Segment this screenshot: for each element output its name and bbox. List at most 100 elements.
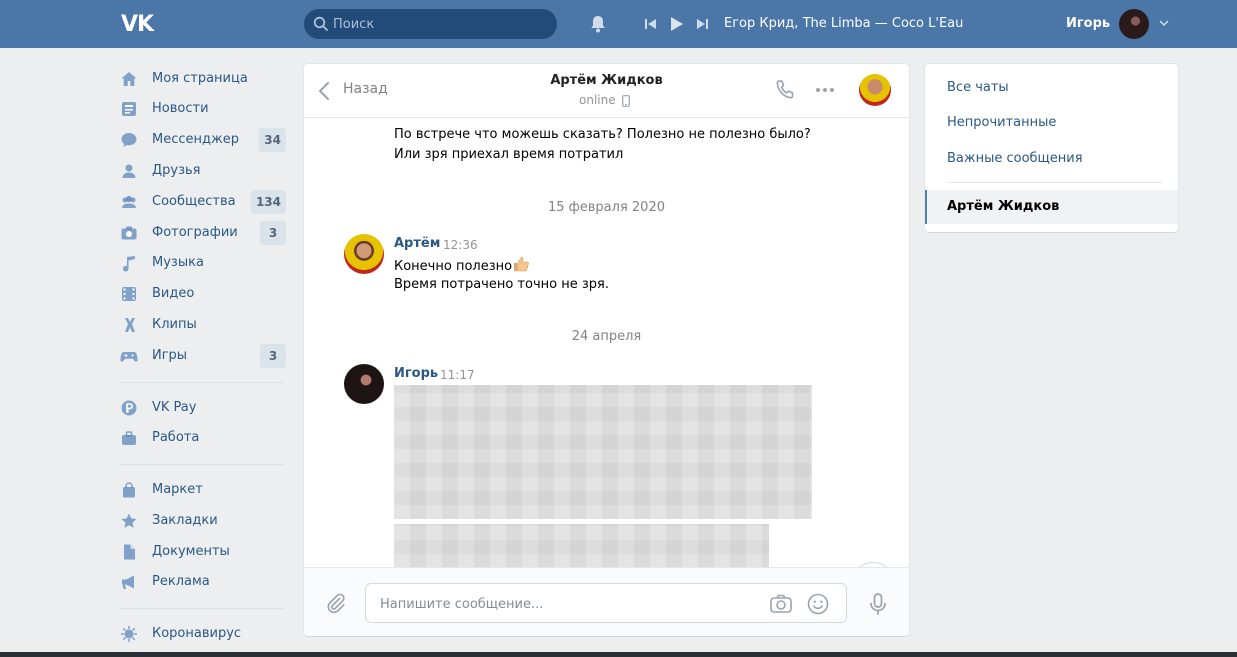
date-separator: 24 апреля (571, 329, 642, 344)
pixelated-message (394, 524, 769, 567)
search-box[interactable] (304, 9, 557, 39)
nav-item-coronavirus[interactable]: Коронавирус (116, 620, 291, 648)
play-icon[interactable] (667, 15, 685, 33)
panel-divider (947, 182, 1162, 183)
filter-label: Непрочитанные (947, 115, 1057, 130)
nav-divider (120, 382, 284, 383)
bell-icon[interactable] (587, 13, 609, 35)
peer-avatar[interactable] (859, 74, 891, 106)
vkpay-icon (121, 400, 137, 416)
nav-divider (120, 464, 284, 465)
now-playing-title[interactable]: Егор Крид, The Limba — Coco L'Eau (724, 16, 963, 31)
nav-label: Документы (152, 544, 230, 559)
previous-track-icon[interactable] (642, 15, 660, 33)
message-input[interactable] (380, 595, 750, 613)
message-author[interactable]: Артём (394, 236, 440, 251)
communities-icon (122, 196, 136, 208)
message-text: Или зря приехал время потратил (394, 147, 624, 162)
active-conversation[interactable]: Артём Жидков (925, 190, 1178, 224)
filter-label: Важные сообщения (947, 151, 1083, 166)
nav-item-photos[interactable]: Фотографии 3 (116, 219, 291, 247)
nav-label: Друзья (152, 163, 201, 178)
nav-item-news[interactable]: Новости (116, 95, 291, 123)
nav-label: Коронавирус (152, 626, 242, 641)
camera-icon (121, 226, 137, 240)
unread-count-badge: 34 (259, 128, 286, 152)
microphone-icon[interactable] (866, 592, 890, 616)
nav-item-video[interactable]: Видео (116, 280, 291, 308)
music-icon (122, 256, 135, 272)
chat-filter-panel: Все чаты Непрочитанные Важные сообщения … (925, 64, 1178, 232)
top-header: VK Егор Крид, The Limba — Coco L'Eau Иго… (0, 0, 1237, 48)
avatar[interactable] (344, 234, 384, 274)
count-badge: 3 (260, 344, 286, 368)
nav-label: VK Pay (152, 400, 197, 415)
message-author[interactable]: Игорь (394, 366, 438, 381)
smile-icon[interactable] (806, 592, 830, 616)
avatar[interactable] (344, 364, 384, 404)
message-time: 12:36 (443, 238, 478, 252)
date-separator: 15 февраля 2020 (547, 200, 665, 215)
nav-label: Новости (152, 101, 209, 116)
nav-item-market[interactable]: Маркет (116, 476, 291, 504)
message-field[interactable] (365, 583, 847, 623)
nav-item-clips[interactable]: Клипы (116, 311, 291, 339)
taskbar-strip (0, 652, 1237, 657)
video-icon (122, 287, 136, 301)
nav-label: Видео (152, 286, 195, 301)
news-icon (122, 102, 136, 116)
nav-label: Маркет (152, 482, 203, 497)
nav-label: Реклама (152, 574, 210, 589)
nav-item-music[interactable]: Музыка (116, 249, 291, 277)
nav-item-friends[interactable]: Друзья (116, 157, 291, 185)
message-text: Время потрачено точно не зря. (394, 277, 609, 292)
next-track-icon[interactable] (693, 15, 711, 33)
peer-status: online (579, 93, 616, 107)
nav-label: Клипы (152, 317, 197, 332)
nav-item-my-page[interactable]: Моя страница (116, 65, 291, 93)
user-avatar[interactable] (1119, 9, 1149, 39)
nav-item-work[interactable]: Работа (116, 424, 291, 452)
star-icon (121, 513, 137, 528)
clips-icon (125, 318, 135, 332)
gamepad-icon (120, 352, 138, 362)
message-composer (304, 567, 909, 636)
nav-item-documents[interactable]: Документы (116, 538, 291, 566)
filter-all-chats[interactable]: Все чаты (925, 71, 1178, 105)
nav-item-bookmarks[interactable]: Закладки (116, 507, 291, 535)
search-input[interactable] (333, 15, 548, 33)
nav-label: Игры (152, 348, 188, 363)
nav-item-messenger[interactable]: Мессенджер 34 (116, 126, 291, 154)
paperclip-icon[interactable] (324, 592, 348, 616)
nav-item-vk-pay[interactable]: VK Pay (116, 394, 291, 422)
phone-call-icon[interactable] (773, 78, 795, 102)
friends-icon (122, 164, 136, 178)
market-bag-icon (123, 482, 135, 498)
more-options-icon[interactable] (814, 78, 836, 102)
nav-item-ads[interactable]: Реклама (116, 568, 291, 596)
chat-header: Назад Артём Жидков online (304, 64, 909, 118)
camera-icon[interactable] (769, 592, 793, 616)
user-name[interactable]: Игорь (1066, 16, 1110, 31)
mobile-phone-icon (622, 95, 630, 107)
nav-label: Сообщества (152, 194, 236, 209)
filter-important[interactable]: Важные сообщения (925, 142, 1178, 176)
message-history[interactable]: По встрече что можешь сказать? Полезно н… (304, 119, 909, 567)
filter-label: Все чаты (947, 80, 1009, 95)
count-badge: 134 (250, 190, 286, 214)
nav-item-games[interactable]: Игры 3 (116, 342, 291, 370)
message-text: Конечно полезно (394, 255, 530, 277)
count-badge: 3 (260, 221, 286, 245)
nav-label: Работа (152, 430, 200, 445)
message-text: По встрече что можешь сказать? Полезно н… (394, 127, 811, 142)
briefcase-icon (122, 431, 136, 445)
filter-unread[interactable]: Непрочитанные (925, 106, 1178, 140)
nav-divider (120, 608, 284, 609)
vk-logo[interactable]: VK (121, 12, 159, 37)
chevron-down-icon[interactable] (1158, 17, 1170, 29)
nav-label: Музыка (152, 255, 204, 270)
pixelated-message (394, 385, 812, 519)
nav-item-communities[interactable]: Сообщества 134 (116, 188, 291, 216)
thumbs-up-icon (514, 257, 529, 272)
home-icon (121, 72, 137, 86)
